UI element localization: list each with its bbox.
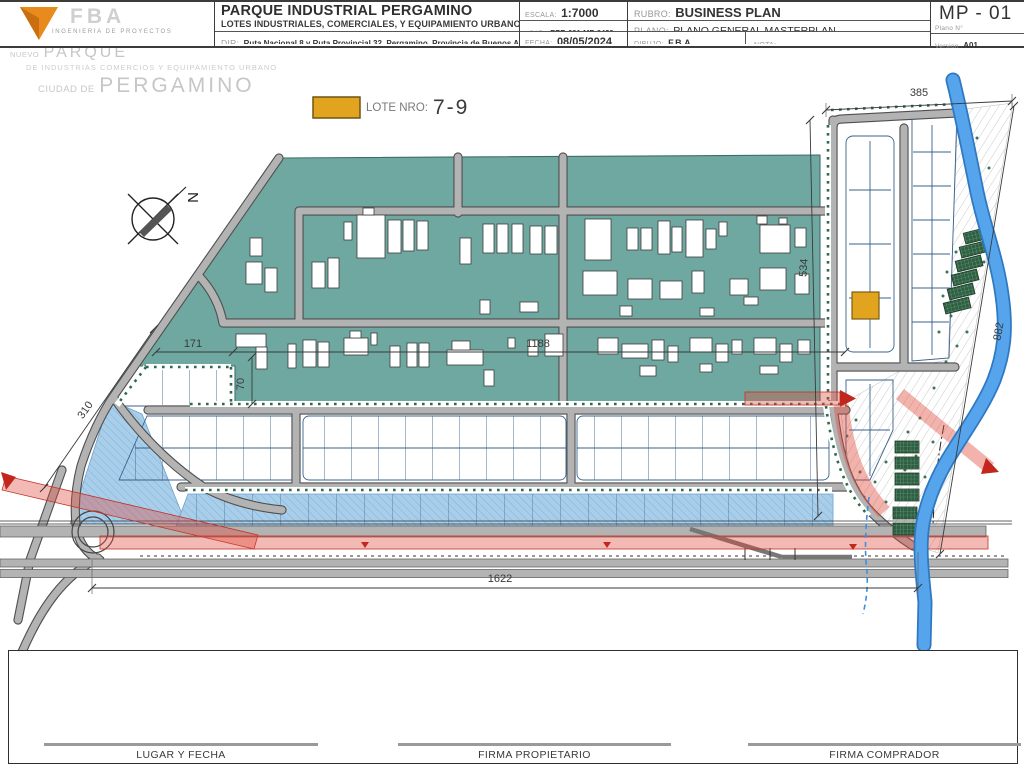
dim-70: 70 [235,378,247,390]
signature-line [44,743,318,746]
signature-line [748,743,1021,746]
nota-label: NOTA: [754,42,776,44]
version-label: Version [935,43,959,50]
plano-value: PLANO GENERAL MASTERPLAN [673,25,836,32]
dim-1622: 1622 [488,573,512,585]
dibujo-label: DIBUJO: [634,41,664,44]
signature-line [398,743,671,746]
dir-value: Ruta Nacional 8 y Ruta Provincial 32, Pe… [243,39,519,44]
legend-label: LOTE NRO: [366,102,428,114]
scale-date-cell: ESCALA: 1:7000 CAD: PPR-001-MP-0429 FECH… [520,2,628,46]
signature-box: LUGAR Y FECHA FIRMA PROPIETARIO FIRMA CO… [8,650,1021,764]
signature-label: FIRMA COMPRADOR [829,748,940,761]
signature-owner: FIRMA PROPIETARIO [398,743,671,761]
north-label: N [184,192,201,203]
rubro-value: BUSINESS PLAN [675,5,781,20]
escala-label: ESCALA: [525,12,557,19]
north-arrow-icon: N [127,186,201,245]
legend-value: 7-9 [432,96,470,119]
watermark-pergamino: PERGAMINO [99,73,255,97]
escala-value: 1:7000 [561,6,599,20]
watermark-nuevo: NUEVO [10,50,40,59]
project-title: PARQUE INDUSTRIAL PERGAMINO [221,3,473,19]
sheet-no-label: Plano N° [931,25,1024,34]
project-cell: PARQUE INDUSTRIAL PERGAMINO LOTES INDUST… [215,2,520,46]
sheet-code: MP - 01 [939,3,1013,24]
signature-buyer: FIRMA COMPRADOR [748,743,1021,761]
watermark-ciudad: CIUDAD DE [38,83,95,95]
logo-cell: FBA INGENIERIA DE PROYECTOS [0,2,215,46]
dim-171: 171 [184,338,202,350]
lot-color-swatch [312,96,361,119]
watermark-line2: DE INDUSTRIAS COMERCIOS Y EQUIPAMIENTO U… [26,63,278,72]
logo-tagline: INGENIERIA DE PROYECTOS [52,29,173,35]
watermark-text: NUEVO PARQUE DE INDUSTRIAS COMERCIOS Y E… [10,45,277,96]
industrial-area [131,154,821,404]
signature-place-date: LUGAR Y FECHA [44,743,318,761]
title-block: FBA INGENIERIA DE PROYECTOS PARQUE INDUS… [0,0,1024,50]
drawing-sheet: { "sheet": { "logo_text": "FBA", "logo_t… [0,0,1024,768]
fecha-value: 08/05/2024 [556,36,612,44]
signature-label: FIRMA PROPIETARIO [478,748,591,761]
legend: LOTE NRO: 7-9 [312,96,469,120]
legend-swatch [312,96,361,119]
project-subtitle: LOTES INDUSTRIALES, COMERCIALES, Y EQUIP… [221,19,519,29]
fecha-label: FECHA: [525,40,553,44]
dir-label: DIR: [221,38,240,44]
rubro-plano-cell: RUBRO: BUSINESS PLAN PLANO: PLANO GENERA… [628,2,931,46]
dim-1188: 1188 [526,338,550,350]
dim-534: 534 [797,258,810,277]
dim-385: 385 [910,87,928,99]
version-value: A01 [963,41,978,50]
rubro-label: RUBRO: [634,9,671,19]
logo-text: FBA [70,5,126,28]
sheet-number-cell: MP - 01 Plano N° Version A01 [931,2,1024,50]
signature-label: LUGAR Y FECHA [136,748,226,761]
highlighted-lot-7-9 [851,291,880,320]
dibujo-value: F.B.A. [668,38,694,44]
